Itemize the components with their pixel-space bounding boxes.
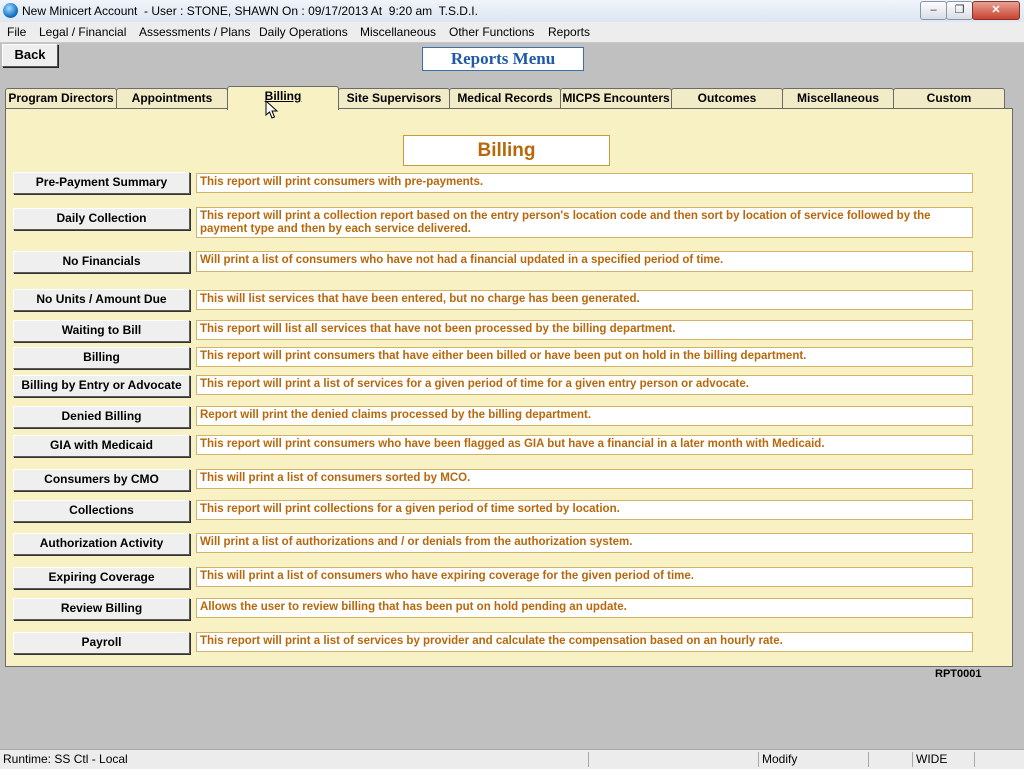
status-width: WIDE — [912, 752, 974, 767]
no-units-amount-due-button[interactable]: No Units / Amount Due — [13, 289, 190, 311]
authorization-activity-button[interactable]: Authorization Activity — [13, 533, 190, 555]
billing-description: This report will print consumers that ha… — [196, 347, 973, 367]
tab-site-supervisors[interactable]: Site Supervisors — [338, 88, 450, 108]
gia-with-medicaid-description: This report will print consumers who hav… — [196, 435, 973, 455]
maximize-button[interactable]: ❐ — [946, 1, 973, 20]
billing-button[interactable]: Billing — [13, 347, 190, 369]
collections-description: This report will print collections for a… — [196, 500, 973, 520]
menu-daily-operations[interactable]: Daily Operations — [259, 25, 348, 39]
menu-other-functions[interactable]: Other Functions — [449, 25, 534, 39]
tab-appointments[interactable]: Appointments — [116, 88, 228, 108]
tab-micps-encounters[interactable]: MICPS Encounters — [560, 88, 672, 108]
section-title: Billing — [403, 135, 610, 166]
tab-outcomes[interactable]: Outcomes — [671, 88, 783, 108]
daily-collection-description: This report will print a collection repo… — [196, 207, 973, 238]
review-billing-button[interactable]: Review Billing — [13, 598, 190, 620]
menu-bar: File Legal / Financial Assessments / Pla… — [0, 22, 1024, 43]
no-financials-button[interactable]: No Financials — [13, 251, 190, 273]
denied-billing-button[interactable]: Denied Billing — [13, 406, 190, 428]
pre-payment-summary-description: This report will print consumers with pr… — [196, 173, 973, 193]
back-button[interactable]: Back — [2, 44, 58, 67]
billing-by-entry-or-advocate-description: This report will print a list of service… — [196, 375, 973, 395]
pre-payment-summary-button[interactable]: Pre-Payment Summary — [13, 172, 190, 194]
consumers-by-cmo-description: This will print a list of consumers sort… — [196, 469, 973, 489]
mouse-cursor-icon — [265, 100, 279, 119]
tab-label: Program Directors — [8, 91, 114, 105]
payroll-description: This report will print a list of service… — [196, 632, 973, 652]
status-runtime: Runtime: SS Ctl - Local — [3, 752, 128, 766]
tab-label: Outcomes — [697, 91, 757, 105]
billing-by-entry-or-advocate-button[interactable]: Billing by Entry or Advocate — [13, 375, 190, 397]
billing-reports-panel: Billing Pre-Payment Summary This report … — [5, 108, 1013, 667]
daily-collection-button[interactable]: Daily Collection — [13, 208, 190, 230]
review-billing-description: Allows the user to review billing that h… — [196, 598, 973, 618]
status-cell-empty-3 — [974, 752, 1024, 767]
denied-billing-description: Report will print the denied claims proc… — [196, 406, 973, 426]
waiting-to-bill-description: This report will list all services that … — [196, 320, 973, 340]
tab-label: MICPS Encounters — [562, 91, 670, 105]
minimize-button[interactable]: – — [920, 1, 947, 20]
status-bar: Runtime: SS Ctl - Local Modify WIDE — [0, 749, 1024, 769]
no-financials-description: Will print a list of consumers who have … — [196, 251, 973, 272]
tab-program-directors[interactable]: Program Directors — [5, 88, 117, 108]
status-mode: Modify — [758, 752, 868, 767]
expiring-coverage-button[interactable]: Expiring Coverage — [13, 567, 190, 589]
tab-medical-records[interactable]: Medical Records — [449, 88, 561, 108]
tab-miscellaneous[interactable]: Miscellaneous — [782, 88, 894, 108]
no-units-amount-due-description: This will list services that have been e… — [196, 290, 973, 310]
waiting-to-bill-button[interactable]: Waiting to Bill — [13, 320, 190, 342]
menu-legal-financial[interactable]: Legal / Financial — [39, 25, 126, 39]
tab-label: Custom — [926, 91, 972, 105]
tab-label: Miscellaneous — [796, 91, 880, 105]
report-code-label: RPT0001 — [935, 668, 982, 680]
tab-billing[interactable]: Billing — [227, 86, 339, 110]
menu-miscellaneous[interactable]: Miscellaneous — [360, 25, 436, 39]
window-title: New Minicert Account - User : STONE, SHA… — [22, 4, 478, 18]
tab-custom[interactable]: Custom — [893, 88, 1005, 108]
consumers-by-cmo-button[interactable]: Consumers by CMO — [13, 469, 190, 491]
menu-file[interactable]: File — [7, 25, 26, 39]
tab-label: Appointments — [131, 91, 213, 105]
expiring-coverage-description: This will print a list of consumers who … — [196, 567, 973, 587]
payroll-button[interactable]: Payroll — [13, 632, 190, 654]
page-title: Reports Menu — [422, 47, 584, 71]
app-globe-icon — [3, 3, 18, 18]
authorization-activity-description: Will print a list of authorizations and … — [196, 533, 973, 553]
title-bar: New Minicert Account - User : STONE, SHA… — [0, 0, 1024, 23]
tab-label: Site Supervisors — [346, 91, 442, 105]
status-cell-empty-2 — [868, 752, 912, 767]
close-button[interactable]: ✕ — [972, 1, 1020, 20]
gia-with-medicaid-button[interactable]: GIA with Medicaid — [13, 435, 190, 457]
menu-assessments-plans[interactable]: Assessments / Plans — [139, 25, 250, 39]
menu-reports[interactable]: Reports — [548, 25, 590, 39]
tab-label: Medical Records — [457, 91, 553, 105]
status-cell-empty-1 — [588, 752, 760, 767]
collections-button[interactable]: Collections — [13, 500, 190, 522]
